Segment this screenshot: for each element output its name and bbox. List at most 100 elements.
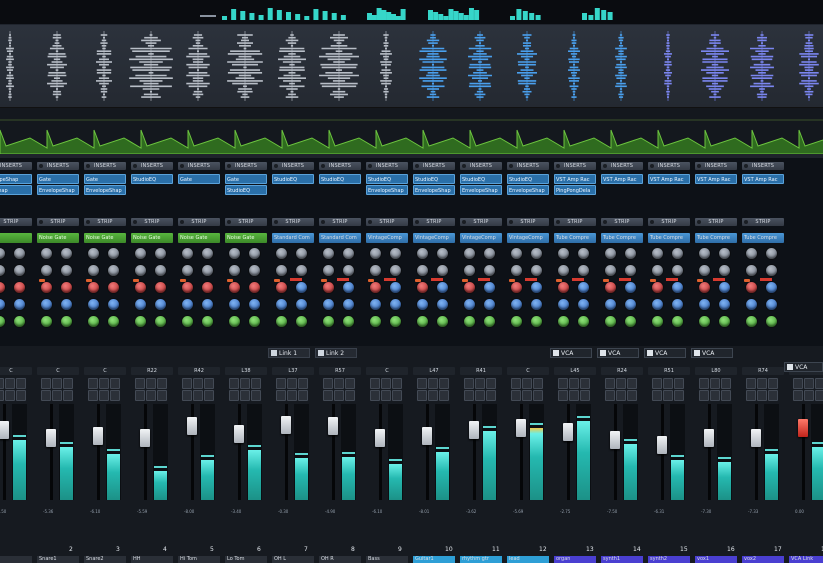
channel-name[interactable]: synth1 (601, 556, 643, 563)
eq-knob[interactable] (531, 299, 542, 310)
solo-button[interactable] (381, 378, 391, 389)
eq-knob[interactable] (323, 282, 334, 293)
inserts-header[interactable]: INSERTS (460, 162, 502, 170)
channel-name[interactable]: OH L (272, 556, 314, 563)
listen-button[interactable] (298, 378, 308, 389)
eq-knob[interactable] (14, 248, 25, 259)
eq-knob[interactable] (511, 316, 522, 327)
eq-knob[interactable] (182, 316, 193, 327)
eq-knob[interactable] (135, 299, 146, 310)
strip-header[interactable]: STRIP (319, 218, 361, 226)
listen-button[interactable] (439, 378, 449, 389)
inserts-header[interactable]: INSERTS (413, 162, 455, 170)
eq-knob[interactable] (41, 316, 52, 327)
inserts-header[interactable]: INSERTS (366, 162, 408, 170)
strip-header[interactable]: STRIP (742, 218, 784, 226)
mute-button[interactable] (605, 378, 615, 389)
inserts-header[interactable]: INSERTS (601, 162, 643, 170)
write-button[interactable] (99, 390, 109, 401)
read-button[interactable] (652, 390, 662, 401)
channel-name[interactable]: Guitar1 (413, 556, 455, 563)
write-button[interactable] (287, 390, 297, 401)
eq-knob[interactable] (578, 282, 589, 293)
eq-knob[interactable] (61, 282, 72, 293)
insert-slot[interactable]: Gate (178, 174, 220, 184)
eq-knob[interactable] (766, 265, 777, 276)
solo-button[interactable] (193, 378, 203, 389)
read-button[interactable] (746, 390, 756, 401)
eq-knob[interactable] (652, 299, 663, 310)
listen-button[interactable] (157, 378, 167, 389)
insert-slot[interactable]: EnvelopeShap (366, 185, 408, 195)
edit-button[interactable] (204, 390, 214, 401)
eq-knob[interactable] (155, 282, 166, 293)
edit-button[interactable] (345, 390, 355, 401)
eq-knob[interactable] (202, 248, 213, 259)
pan-display[interactable]: R24 (601, 367, 643, 375)
eq-knob[interactable] (296, 282, 307, 293)
write-button[interactable] (381, 390, 391, 401)
read-button[interactable] (41, 390, 51, 401)
volume-fader[interactable] (281, 416, 291, 435)
volume-fader[interactable] (563, 423, 573, 442)
eq-knob[interactable] (202, 265, 213, 276)
eq-knob[interactable] (0, 299, 5, 310)
listen-button[interactable] (815, 378, 823, 389)
strip-module[interactable]: Tube Compre (695, 233, 737, 243)
pan-display[interactable]: C (84, 367, 126, 375)
eq-knob[interactable] (108, 299, 119, 310)
vca-label-4[interactable]: VCA (691, 348, 733, 358)
eq-knob[interactable] (229, 248, 240, 259)
inserts-header[interactable]: INSERTS (554, 162, 596, 170)
read-button[interactable] (0, 390, 4, 401)
eq-knob[interactable] (229, 282, 240, 293)
eq-knob[interactable] (746, 299, 757, 310)
eq-knob[interactable] (766, 248, 777, 259)
strip-module[interactable]: Noise Gate (84, 233, 126, 243)
eq-knob[interactable] (14, 265, 25, 276)
eq-knob[interactable] (558, 282, 569, 293)
channel-name[interactable]: vox2 (742, 556, 784, 563)
volume-fader[interactable] (93, 426, 103, 445)
mute-button[interactable] (746, 378, 756, 389)
strip-module[interactable]: Noise Gate (131, 233, 173, 243)
strip-module[interactable]: ate (0, 233, 32, 243)
insert-slot[interactable]: VST Amp Rac (648, 174, 690, 184)
mute-button[interactable] (370, 378, 380, 389)
strip-module[interactable]: Tube Compre (648, 233, 690, 243)
eq-knob[interactable] (437, 248, 448, 259)
eq-knob[interactable] (719, 316, 730, 327)
insert-slot[interactable]: StudioEQ (507, 174, 549, 184)
edit-button[interactable] (298, 390, 308, 401)
eq-knob[interactable] (464, 248, 475, 259)
pan-display[interactable]: L45 (554, 367, 596, 375)
link-1-label[interactable]: Link 1 (268, 348, 310, 358)
eq-knob[interactable] (108, 316, 119, 327)
eq-knob[interactable] (61, 299, 72, 310)
eq-knob[interactable] (0, 316, 5, 327)
eq-knob[interactable] (88, 282, 99, 293)
channel-name[interactable]: HH (131, 556, 173, 563)
solo-button[interactable] (569, 378, 579, 389)
eq-knob[interactable] (61, 265, 72, 276)
eq-knob[interactable] (531, 282, 542, 293)
insert-slot[interactable]: VST Amp Rac (742, 174, 784, 184)
eq-knob[interactable] (343, 299, 354, 310)
eq-knob[interactable] (464, 299, 475, 310)
edit-button[interactable] (815, 390, 823, 401)
eq-knob[interactable] (511, 265, 522, 276)
mute-button[interactable] (464, 378, 474, 389)
eq-knob[interactable] (41, 265, 52, 276)
volume-fader[interactable] (140, 428, 150, 447)
eq-knob[interactable] (135, 282, 146, 293)
eq-knob[interactable] (417, 248, 428, 259)
eq-knob[interactable] (88, 316, 99, 327)
eq-knob[interactable] (437, 265, 448, 276)
solo-button[interactable] (616, 378, 626, 389)
listen-button[interactable] (580, 378, 590, 389)
strip-header[interactable]: STRIP (37, 218, 79, 226)
eq-knob[interactable] (88, 248, 99, 259)
eq-knob[interactable] (484, 248, 495, 259)
edit-button[interactable] (533, 390, 543, 401)
mute-button[interactable] (135, 378, 145, 389)
